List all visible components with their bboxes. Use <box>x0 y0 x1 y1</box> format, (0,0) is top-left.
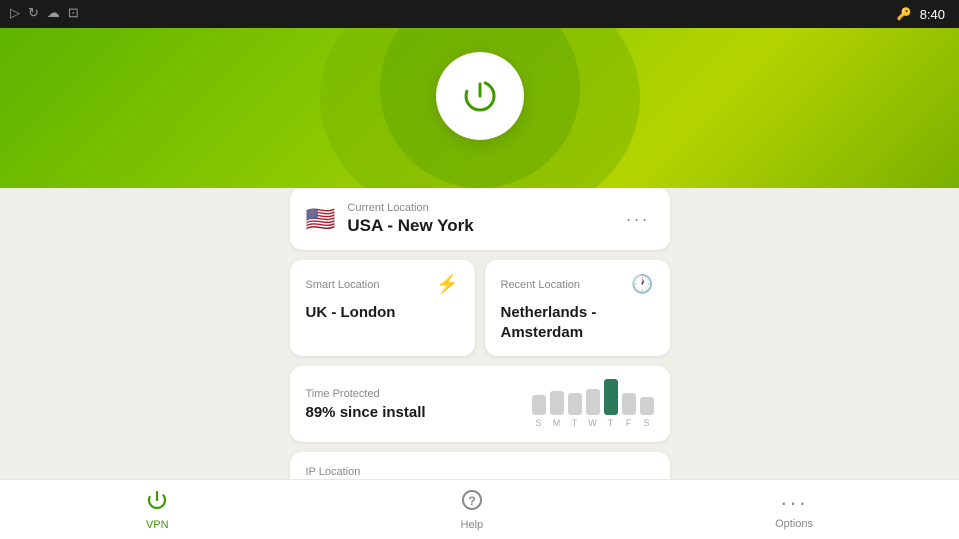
help-nav-icon: ? <box>461 489 483 517</box>
bar-day-label: S <box>535 418 541 428</box>
main-content: 🇺🇸 Current Location USA - New York ··· S… <box>0 188 959 479</box>
smart-location-name: UK - London <box>306 303 459 323</box>
smart-location-header: Smart Location ⚡ <box>306 274 459 295</box>
usa-flag-icon: 🇺🇸 <box>306 205 336 234</box>
svg-text:?: ? <box>468 494 475 508</box>
bar-day-label: W <box>588 418 597 428</box>
status-bar: ▷ ↻ ☁ ⊡ 🔑 8:40 <box>0 0 959 28</box>
bar <box>604 379 618 415</box>
current-location-info: Current Location USA - New York <box>347 202 609 236</box>
time-protected-value: 89% since install <box>306 404 512 421</box>
bar <box>640 397 654 415</box>
ip-location-card: IP Location Apps and websites see this V… <box>290 452 670 479</box>
time-protected-text: Time Protected 89% since install <box>306 388 512 421</box>
nav-vpn[interactable]: VPN <box>126 481 189 539</box>
power-icon <box>460 76 500 116</box>
recent-location-card[interactable]: Recent Location 🕐 Netherlands - Amsterda… <box>485 260 670 356</box>
bar-day-group: T <box>604 379 618 428</box>
nav-help-label: Help <box>461 519 484 531</box>
bar-day-group: W <box>586 389 600 428</box>
bar-day-label: S <box>643 418 649 428</box>
options-nav-icon: ··· <box>780 490 808 516</box>
bar-day-group: F <box>622 393 636 428</box>
top-left-icons: ▷ ↻ ☁ ⊡ <box>10 5 79 21</box>
bar <box>532 395 546 415</box>
power-button[interactable] <box>436 52 524 140</box>
time-protected-label: Time Protected <box>306 388 512 400</box>
more-options-button[interactable]: ··· <box>622 206 654 232</box>
nav-options[interactable]: ··· Options <box>755 482 833 538</box>
clock-icon: 🕐 <box>631 274 653 295</box>
bar-day-label: M <box>553 418 561 428</box>
location-row: Smart Location ⚡ UK - London Recent Loca… <box>290 260 670 356</box>
key-icon: 🔑 <box>897 7 912 21</box>
cloud-icon: ☁ <box>47 5 60 21</box>
nav-options-label: Options <box>775 518 813 530</box>
nav-help[interactable]: ? Help <box>441 481 504 539</box>
status-time: 8:40 <box>920 7 945 22</box>
bar-day-label: F <box>626 418 632 428</box>
bar-day-group: M <box>550 391 564 428</box>
bar-chart: SMTWTFS <box>532 380 654 428</box>
smart-location-label: Smart Location <box>306 279 380 291</box>
current-location-card: 🇺🇸 Current Location USA - New York ··· <box>290 188 670 250</box>
refresh-icon: ↻ <box>28 5 39 21</box>
recent-location-name: Netherlands - Amsterdam <box>501 303 654 342</box>
bar-day-group: S <box>640 397 654 428</box>
nav-vpn-label: VPN <box>146 519 169 531</box>
lightning-icon: ⚡ <box>436 274 458 295</box>
current-location-name: USA - New York <box>347 216 609 236</box>
bar <box>586 389 600 415</box>
bar-day-group: S <box>532 395 546 428</box>
smart-location-card[interactable]: Smart Location ⚡ UK - London <box>290 260 475 356</box>
ip-location-label: IP Location <box>306 466 555 478</box>
play-icon: ▷ <box>10 5 20 21</box>
bar <box>622 393 636 415</box>
bar <box>568 393 582 415</box>
power-button-container <box>436 52 524 140</box>
time-protected-card: Time Protected 89% since install SMTWTFS <box>290 366 670 442</box>
bottom-nav: VPN ? Help ··· Options <box>0 479 959 539</box>
status-icons: 🔑 <box>897 7 912 21</box>
bar-day-label: T <box>572 418 578 428</box>
current-location-label: Current Location <box>347 202 609 214</box>
recent-location-label: Recent Location <box>501 279 581 291</box>
grid-icon: ⊡ <box>68 5 79 21</box>
bar-day-label: T <box>608 418 614 428</box>
vpn-nav-icon <box>146 489 168 517</box>
ip-location-text: IP Location Apps and websites see this V… <box>306 466 555 479</box>
bar <box>550 391 564 415</box>
bar-day-group: T <box>568 393 582 428</box>
recent-location-header: Recent Location 🕐 <box>501 274 654 295</box>
